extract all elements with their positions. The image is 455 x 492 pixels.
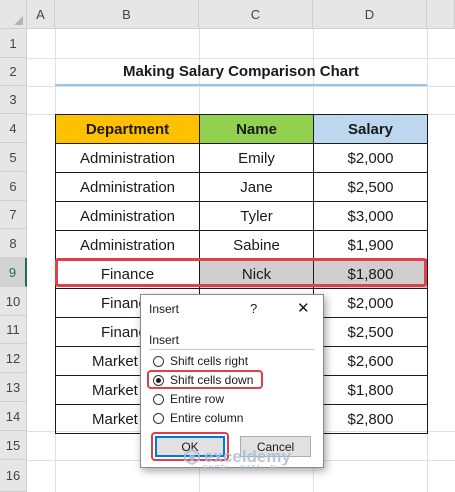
insert-dialog: Insert ? ✕ Insert Shift cells right Shif… (140, 294, 324, 468)
help-button[interactable]: ? (250, 301, 257, 316)
spreadsheet: A B C D 1 2 3 4 5 6 7 8 9 10 11 12 13 14… (0, 0, 455, 492)
table-row: Administration Tyler $3,000 (55, 201, 428, 231)
row-header[interactable]: 6 (0, 172, 27, 201)
row-header[interactable]: 8 (0, 229, 27, 258)
cell-department[interactable]: Administration (55, 172, 200, 202)
header-salary[interactable]: Salary (313, 114, 428, 144)
row-header[interactable]: 3 (0, 86, 27, 114)
cell-department[interactable]: Administration (55, 230, 200, 260)
row-header[interactable]: 7 (0, 201, 27, 229)
column-header-e[interactable] (427, 0, 455, 29)
column-header-d[interactable]: D (313, 0, 427, 29)
cell-name[interactable]: Emily (199, 143, 314, 173)
cell-salary[interactable]: $2,800 (313, 404, 428, 434)
row-header[interactable]: 10 (0, 287, 27, 316)
row-header[interactable]: 1 (0, 29, 27, 58)
option-label: Entire column (170, 411, 244, 425)
cell-name[interactable]: Jane (199, 172, 314, 202)
cell-department[interactable]: Finance (55, 259, 200, 289)
row-header[interactable]: 5 (0, 143, 27, 172)
cell-name[interactable]: Sabine (199, 230, 314, 260)
cell-salary[interactable]: $2,000 (313, 143, 428, 173)
cell-department[interactable]: Administration (55, 201, 200, 231)
column-header-c[interactable]: C (199, 0, 313, 29)
exceldemy-logo-icon (184, 449, 200, 465)
cell-salary[interactable]: $1,900 (313, 230, 428, 260)
header-department[interactable]: Department (55, 114, 200, 144)
selected-option-highlight (147, 370, 263, 389)
radio-button[interactable] (153, 412, 164, 424)
row-header[interactable]: 2 (0, 58, 27, 86)
radio-button[interactable] (153, 355, 164, 367)
table-row-selected: Finance Nick $1,800 (55, 259, 428, 289)
option-label: Shift cells right (170, 354, 249, 368)
select-all-corner[interactable] (0, 0, 27, 29)
option-shift-cells-right[interactable]: Shift cells right (153, 353, 248, 369)
cell-department[interactable]: Administration (55, 143, 200, 173)
row-header[interactable]: 13 (0, 373, 27, 402)
exceldemy-watermark: exceldemy (184, 447, 291, 467)
cell-salary[interactable]: $2,000 (313, 288, 428, 318)
radio-button[interactable] (153, 393, 164, 405)
cell-name[interactable]: Nick (199, 259, 314, 289)
column-header-b[interactable]: B (55, 0, 199, 29)
row-header-selected[interactable]: 9 (0, 258, 27, 287)
row-header[interactable]: 16 (0, 460, 27, 492)
cell-salary[interactable]: $2,600 (313, 346, 428, 376)
cell-salary[interactable]: $2,500 (313, 172, 428, 202)
row-header[interactable]: 14 (0, 402, 27, 431)
gridline (27, 86, 455, 87)
row-header[interactable]: 15 (0, 431, 27, 460)
watermark-name: exceldemy (204, 447, 291, 466)
option-label: Entire row (170, 392, 225, 406)
column-header-a[interactable]: A (27, 0, 55, 29)
cell-salary[interactable]: $3,000 (313, 201, 428, 231)
option-entire-row[interactable]: Entire row (153, 391, 224, 407)
row-header[interactable]: 12 (0, 344, 27, 373)
dialog-title: Insert (149, 302, 180, 316)
title-underline (55, 84, 427, 86)
cell-salary[interactable]: $1,800 (313, 375, 428, 405)
close-icon[interactable]: ✕ (297, 299, 310, 317)
row-header[interactable]: 4 (0, 114, 27, 143)
watermark-tagline: EXCEL · DATA · BI (203, 465, 279, 472)
cell-salary[interactable]: $1,800 (313, 259, 428, 289)
row-header[interactable]: 11 (0, 316, 27, 344)
cell-salary[interactable]: $2,500 (313, 317, 428, 347)
header-name[interactable]: Name (199, 114, 314, 144)
cell-name[interactable]: Tyler (199, 201, 314, 231)
group-label: Insert (149, 333, 180, 347)
sheet-title[interactable]: Making Salary Comparison Chart (55, 58, 427, 84)
option-entire-column[interactable]: Entire column (153, 410, 243, 426)
group-divider (149, 349, 315, 350)
table-row: Administration Sabine $1,900 (55, 230, 428, 260)
table-row: Administration Emily $2,000 (55, 143, 428, 173)
table-row: Administration Jane $2,500 (55, 172, 428, 202)
